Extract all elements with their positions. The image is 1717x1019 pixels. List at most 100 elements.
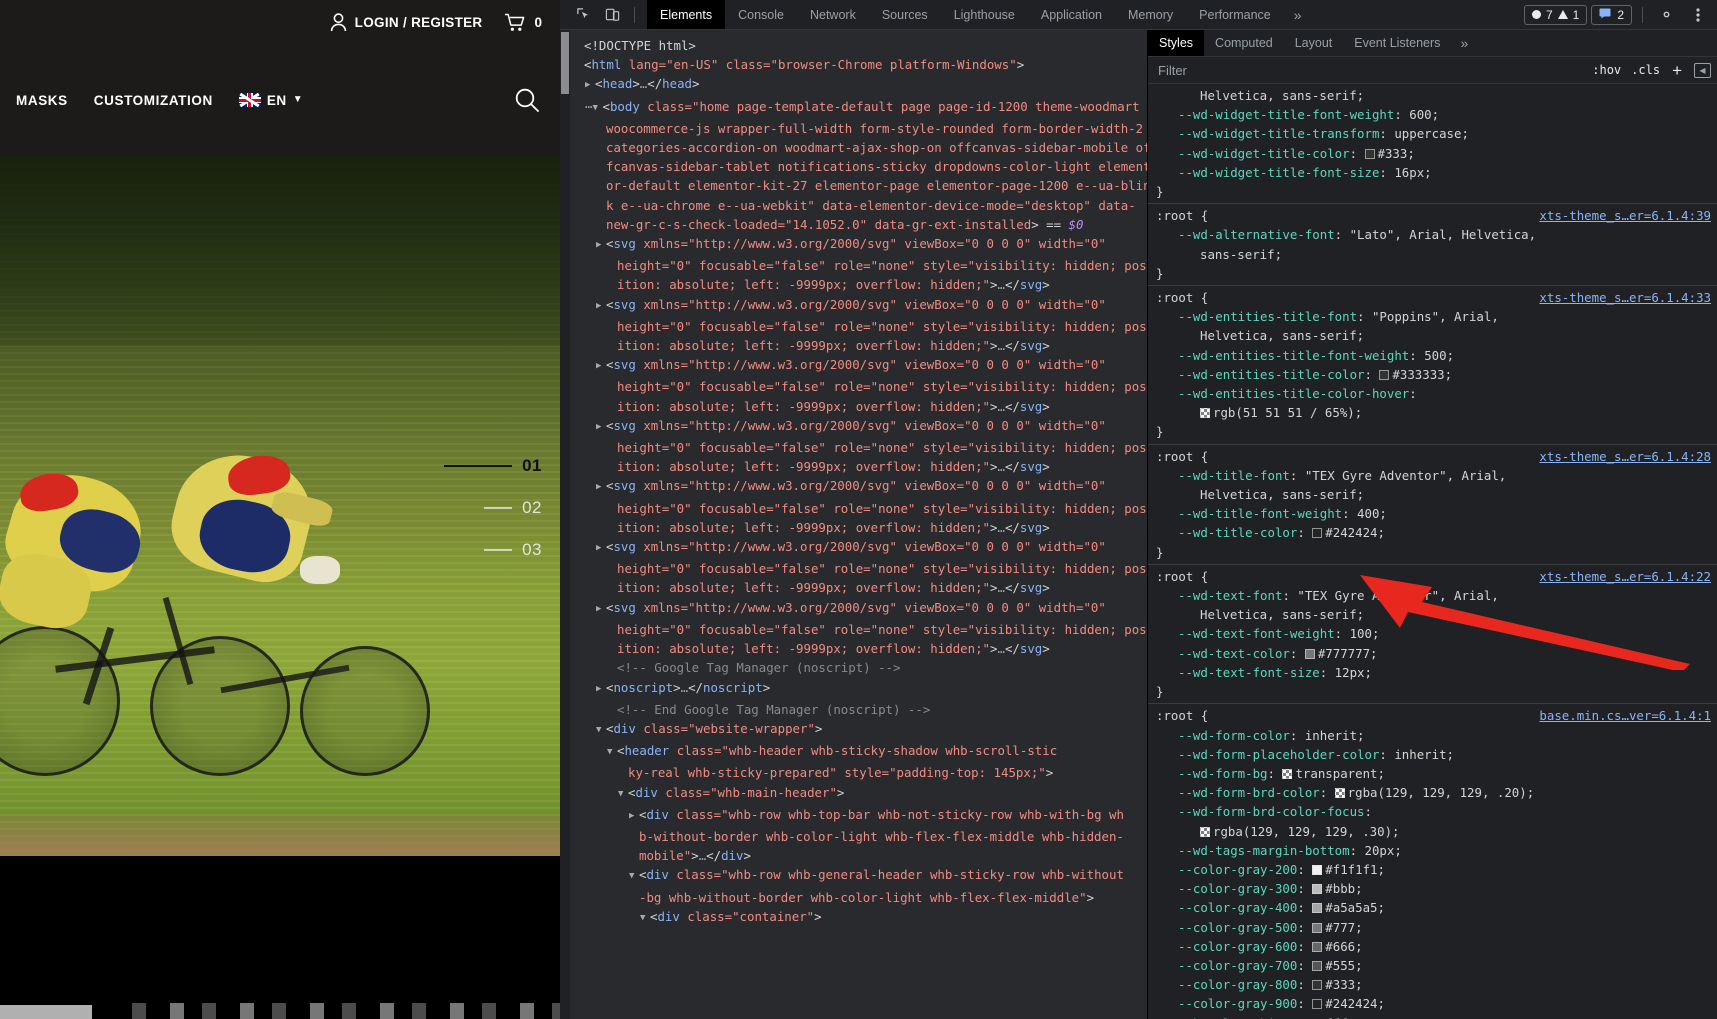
style-declaration[interactable]: --wd-widget-title-color: #333; bbox=[1156, 144, 1717, 163]
tab-memory[interactable]: Memory bbox=[1115, 0, 1186, 29]
cls-toggle-button[interactable]: .cls bbox=[1631, 63, 1660, 77]
dom-tree-line[interactable]: mobile">…</div> bbox=[570, 846, 1147, 865]
style-declaration-continuation[interactable]: Helvetica, sans-serif; bbox=[1156, 326, 1717, 345]
dom-tree-line[interactable]: ▼ <div class="whb-main-header"> bbox=[570, 783, 1147, 805]
styles-more-tabs-icon[interactable]: » bbox=[1451, 30, 1477, 56]
tab-lighthouse[interactable]: Lighthouse bbox=[941, 0, 1028, 29]
css-property-value[interactable]: 16px; bbox=[1394, 165, 1431, 180]
color-swatch[interactable] bbox=[1312, 903, 1323, 914]
style-declaration-continuation[interactable]: Helvetica, sans-serif; bbox=[1156, 485, 1717, 504]
tab-performance[interactable]: Performance bbox=[1186, 0, 1284, 29]
css-property-name[interactable]: --color-gray-200 bbox=[1178, 862, 1297, 877]
css-property-value[interactable]: rgba(129, 129, 129, .30); bbox=[1213, 824, 1400, 839]
slide-indicator-02[interactable]: 02 bbox=[484, 498, 542, 518]
collapse-triangle-icon[interactable]: ▼ bbox=[640, 909, 650, 928]
dom-tree-line[interactable]: ▼ <div class="website-wrapper"> bbox=[570, 719, 1147, 741]
style-declaration[interactable]: --color-gray-500: #777; bbox=[1156, 918, 1717, 937]
tab-computed[interactable]: Computed bbox=[1204, 30, 1284, 56]
styles-rules-list[interactable]: Helvetica, sans-serif; --wd-widget-title-… bbox=[1148, 84, 1717, 1019]
login-register-link[interactable]: LOGIN / REGISTER bbox=[330, 12, 483, 32]
style-declaration[interactable]: --wd-form-brd-color-focus: bbox=[1156, 802, 1717, 821]
dom-tree-line[interactable]: ition: absolute; left: -9999px; overflow… bbox=[570, 275, 1147, 294]
dom-tree-line[interactable]: ition: absolute; left: -9999px; overflow… bbox=[570, 397, 1147, 416]
tab-elements[interactable]: Elements bbox=[647, 0, 726, 29]
css-property-value[interactable]: #777; bbox=[1325, 920, 1362, 935]
css-property-name[interactable]: --wd-text-font-size bbox=[1178, 665, 1320, 680]
dom-tree-line[interactable]: b-without-border whb-color-light whb-fle… bbox=[570, 827, 1147, 846]
css-property-name[interactable]: --color-gray-700 bbox=[1178, 958, 1297, 973]
style-declaration[interactable]: --wd-tags-margin-bottom: 20px; bbox=[1156, 841, 1717, 860]
style-declaration[interactable]: --wd-title-color: #242424; bbox=[1156, 523, 1717, 542]
css-property-value[interactable]: #fff; bbox=[1318, 1016, 1355, 1019]
css-property-name[interactable]: --wd-widget-title-font-weight bbox=[1178, 107, 1394, 122]
css-property-name[interactable]: --wd-title-font bbox=[1178, 468, 1290, 483]
dom-tree-line[interactable]: ▶ <svg xmlns="http://www.w3.org/2000/svg"… bbox=[570, 416, 1147, 438]
css-property-value[interactable]: #333; bbox=[1378, 146, 1415, 161]
css-property-name[interactable]: --wd-entities-title-color-hover bbox=[1178, 386, 1409, 401]
tab-application[interactable]: Application bbox=[1028, 0, 1115, 29]
css-property-name[interactable]: --wd-widget-title-font-size bbox=[1178, 165, 1379, 180]
style-declaration[interactable]: --color-gray-700: #555; bbox=[1156, 956, 1717, 975]
style-declaration[interactable]: --wd-title-font: "TEX Gyre Adventor", Ar… bbox=[1156, 466, 1717, 485]
dom-tree-line[interactable]: ▶ <head>…</head> bbox=[570, 74, 1147, 96]
device-toolbar-icon[interactable] bbox=[599, 2, 626, 28]
color-swatch[interactable] bbox=[1334, 788, 1345, 799]
collapse-triangle-icon[interactable]: ▼ bbox=[607, 743, 617, 762]
color-swatch[interactable] bbox=[1200, 826, 1210, 837]
css-property-value[interactable]: #666; bbox=[1325, 939, 1362, 954]
style-declaration-continuation[interactable]: rgb(51 51 51 / 65%); bbox=[1156, 403, 1717, 422]
nav-item-customization[interactable]: CUSTOMIZATION bbox=[94, 93, 213, 108]
dom-tree-line[interactable]: height="0" focusable="false" role="none"… bbox=[570, 317, 1147, 336]
css-property-value[interactable]: rgb(51 51 51 / 65%); bbox=[1213, 405, 1362, 420]
css-property-value[interactable]: "Lato", Arial, Helvetica, bbox=[1350, 227, 1537, 242]
style-declaration[interactable]: --wd-entities-title-font-weight: 500; bbox=[1156, 346, 1717, 365]
style-declaration[interactable]: --wd-text-font-weight: 100; bbox=[1156, 624, 1717, 643]
more-options-icon[interactable] bbox=[1684, 2, 1711, 28]
css-property-name[interactable]: --wd-form-placeholder-color bbox=[1178, 747, 1379, 762]
css-property-value[interactable]: 20px; bbox=[1365, 843, 1402, 858]
dom-tree-line[interactable]: height="0" focusable="false" role="none"… bbox=[570, 377, 1147, 396]
dom-tree-line[interactable]: height="0" focusable="false" role="none"… bbox=[570, 499, 1147, 518]
dom-tree-line[interactable]: height="0" focusable="false" role="none"… bbox=[570, 559, 1147, 578]
css-property-value[interactable]: uppercase; bbox=[1394, 126, 1469, 141]
dom-tree-line[interactable]: ▶ <svg xmlns="http://www.w3.org/2000/svg"… bbox=[570, 295, 1147, 317]
css-property-name[interactable]: --color-gray-300 bbox=[1178, 881, 1297, 896]
css-property-value[interactable]: "TEX Gyre Adventor", Arial, bbox=[1297, 588, 1498, 603]
css-property-value[interactable]: "TEX Gyre Adventor", Arial, bbox=[1305, 468, 1506, 483]
dom-tree-line[interactable]: new-gr-c-s-check-loaded="14.1052.0" data… bbox=[570, 215, 1147, 234]
css-property-name[interactable]: --wd-entities-title-font bbox=[1178, 309, 1357, 324]
css-property-name[interactable]: --wd-widget-title-color bbox=[1178, 146, 1350, 161]
color-swatch[interactable] bbox=[1312, 980, 1323, 991]
elements-scrollbar-thumb[interactable] bbox=[561, 32, 569, 94]
style-rule-source-link[interactable]: xts-theme_s…er=6.1.4:39 bbox=[1539, 206, 1711, 225]
css-property-name[interactable]: --wd-alternative-font bbox=[1178, 227, 1335, 242]
collapse-triangle-icon[interactable]: ▼ bbox=[629, 867, 639, 886]
style-declaration-continuation[interactable]: sans-serif; bbox=[1156, 245, 1717, 264]
css-property-value[interactable]: #242424; bbox=[1325, 525, 1385, 540]
style-declaration[interactable]: --wd-form-bg: transparent; bbox=[1156, 764, 1717, 783]
styles-filter-input[interactable] bbox=[1158, 62, 1583, 78]
style-rule-selector[interactable]: :root { bbox=[1156, 206, 1208, 225]
css-property-value[interactable]: Helvetica, sans-serif; bbox=[1200, 88, 1364, 103]
style-declaration[interactable]: --color-gray-600: #666; bbox=[1156, 937, 1717, 956]
expand-triangle-icon[interactable]: ▶ bbox=[585, 76, 595, 95]
css-property-value[interactable]: #333; bbox=[1325, 977, 1362, 992]
style-declaration[interactable]: --color-gray-400: #a5a5a5; bbox=[1156, 898, 1717, 917]
color-swatch[interactable] bbox=[1312, 922, 1323, 933]
dom-tree-line[interactable]: k e--ua-chrome e--ua-webkit" data-elemen… bbox=[570, 196, 1147, 215]
color-swatch[interactable] bbox=[1312, 864, 1323, 875]
css-property-value[interactable]: #f1f1f1; bbox=[1325, 862, 1385, 877]
dom-tree-line[interactable]: ▶ <svg xmlns="http://www.w3.org/2000/svg"… bbox=[570, 476, 1147, 498]
gear-icon[interactable] bbox=[1653, 2, 1680, 28]
style-declaration[interactable]: --color-gray-200: #f1f1f1; bbox=[1156, 860, 1717, 879]
tab-event-listeners[interactable]: Event Listeners bbox=[1343, 30, 1451, 56]
dom-tree-line[interactable]: ▼ <header class="whb-header whb-sticky-sh… bbox=[570, 741, 1147, 763]
style-declaration[interactable]: --wd-entities-title-color-hover: bbox=[1156, 384, 1717, 403]
expand-triangle-icon[interactable]: ▶ bbox=[596, 297, 606, 316]
css-property-value[interactable]: #bbb; bbox=[1325, 881, 1362, 896]
style-declaration[interactable]: --wd-form-brd-color: rgba(129, 129, 129,… bbox=[1156, 783, 1717, 802]
style-rule-source-link[interactable]: xts-theme_s…er=6.1.4:28 bbox=[1539, 447, 1711, 466]
css-property-value[interactable]: transparent; bbox=[1295, 766, 1385, 781]
css-property-value[interactable]: 100; bbox=[1350, 626, 1380, 641]
style-declaration[interactable]: --wd-text-font-size: 12px; bbox=[1156, 663, 1717, 682]
